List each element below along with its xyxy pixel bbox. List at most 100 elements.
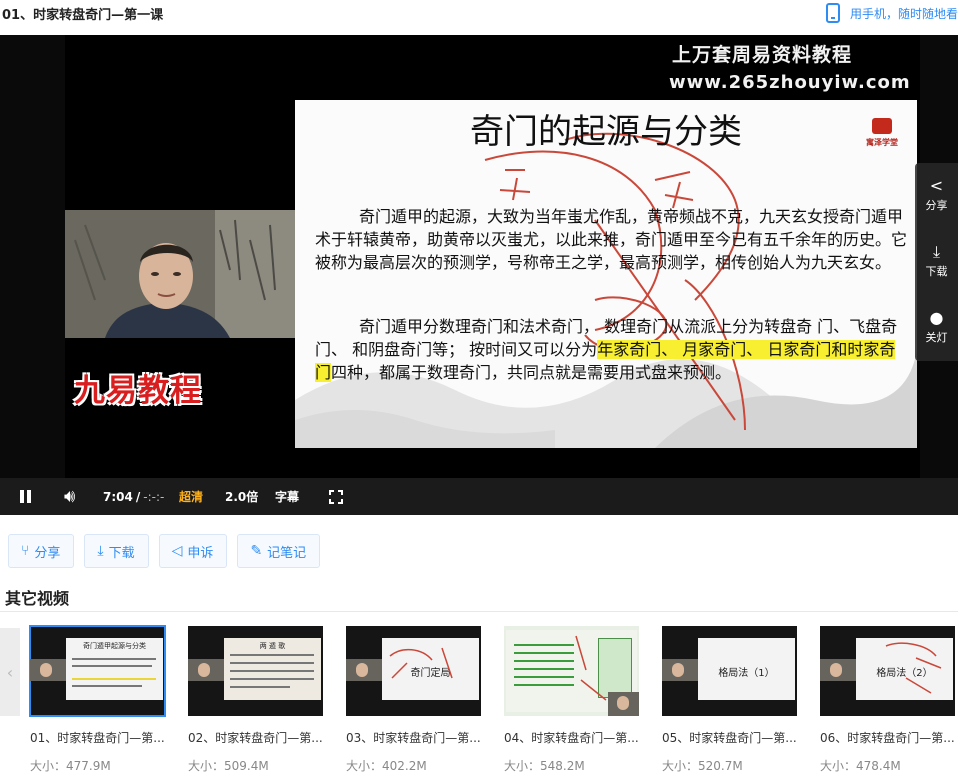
- mobile-watch-label: 用手机，随时随地看: [849, 6, 958, 21]
- thumbnail-webcam: [662, 659, 698, 681]
- video-player[interactable]: 上万套周易资料教程 www.265zhouyiw.com 奇门的起源与分类 寓泽…: [0, 35, 958, 515]
- thumbnail-slide: 两 遁 歌: [224, 638, 321, 700]
- video-card-title: 06、时家转盘奇门—第...: [820, 731, 955, 745]
- thumbnail-annotation: [885, 642, 942, 694]
- pause-button[interactable]: [20, 478, 34, 515]
- slide-paragraph-1: 奇门遁甲的起源，大致为当年蚩尤作乱，黄帝频战不克，九天玄女授奇门遁甲术于轩辕黄帝…: [315, 207, 908, 272]
- take-notes-button[interactable]: ✎ 记笔记: [237, 534, 321, 568]
- section-divider: [0, 611, 958, 612]
- download-icon: ⤓: [932, 242, 941, 261]
- video-card-size: 大小：402.2M: [346, 759, 427, 773]
- video-card-size: 大小：548.2M: [504, 759, 585, 773]
- share-label: 分享: [34, 545, 61, 561]
- side-share-label: 分享: [925, 199, 948, 212]
- side-share-button[interactable]: < 分享: [915, 163, 958, 223]
- logo-mark-icon: [872, 118, 892, 134]
- pencil-icon: ✎: [250, 543, 263, 559]
- thumbnail-slide: 奇门遁甲起源与分类: [66, 638, 163, 700]
- video-card[interactable]: 格局法（2） 06、时家转盘奇门—第... 大小：478.4M: [820, 626, 958, 775]
- video-frame[interactable]: 上万套周易资料教程 www.265zhouyiw.com 奇门的起源与分类 寓泽…: [65, 35, 920, 478]
- chevron-left-icon: ‹: [6, 662, 14, 682]
- slide-logo-text: 寓泽学堂: [866, 138, 898, 147]
- megaphone-icon: ◁: [171, 543, 183, 559]
- video-title: 01、时家转盘奇门—第一课: [2, 8, 164, 23]
- carousel-prev-button[interactable]: ‹: [0, 628, 20, 716]
- speaker-icon: 🔊︎: [64, 486, 76, 507]
- video-thumbnail[interactable]: 格局法（2）: [820, 626, 955, 716]
- video-card[interactable]: 格局法（1） 05、时家转盘奇门—第... 大小：520.7M: [662, 626, 802, 775]
- video-card-title: 01、时家转盘奇门—第...: [30, 731, 165, 745]
- video-card-title: 02、时家转盘奇门—第...: [188, 731, 323, 745]
- playback-speed-selector[interactable]: 2.0倍: [225, 478, 258, 515]
- side-download-label: 下载: [925, 265, 948, 278]
- thumbnail-webcam: [30, 659, 66, 681]
- download-button[interactable]: ⤓ 下载: [84, 534, 149, 568]
- side-lights-off-button[interactable]: ● 关灯: [915, 295, 958, 355]
- fullscreen-button[interactable]: [329, 490, 343, 504]
- take-notes-label: 记笔记: [267, 545, 307, 561]
- video-card-size: 大小：477.9M: [30, 759, 111, 773]
- time-current: 7:04: [103, 489, 133, 504]
- video-thumbnail[interactable]: 奇门遁甲起源与分类: [29, 625, 166, 717]
- side-download-button[interactable]: ⤓ 下载: [915, 229, 958, 289]
- time-display: 7:04 / -:-:-: [103, 478, 164, 515]
- video-card-title: 05、时家转盘奇门—第...: [662, 731, 797, 745]
- volume-button[interactable]: 🔊︎: [64, 478, 75, 515]
- time-total: -:-:-: [143, 489, 165, 504]
- mobile-watch-link[interactable]: 用手机，随时随地看: [825, 2, 958, 24]
- lecture-slide: 奇门的起源与分类 寓泽学堂 奇门遁甲的起源，大致为当年蚩尤作乱，黄帝频战不克，九…: [295, 100, 917, 448]
- video-card-size: 大小：520.7M: [662, 759, 743, 773]
- slide-paragraph-2-text-b: 四种，都属于数理奇门，共同点就是需要用式盘来预测。: [331, 363, 732, 382]
- thumbnail-slide-title: 两 遁 歌: [259, 642, 286, 650]
- pause-icon: [20, 490, 24, 503]
- lightbulb-icon: ●: [929, 308, 944, 327]
- presenter-webcam: [65, 210, 295, 338]
- presenter-image: [65, 210, 295, 338]
- appeal-label: 申诉: [187, 545, 214, 561]
- video-card[interactable]: 奇门遁甲起源与分类 01、时家转盘奇门—第... 大小：477.9M: [29, 625, 170, 775]
- thumbnail-slide: 格局法（2）: [856, 638, 953, 700]
- download-label: 下载: [108, 545, 135, 561]
- slide-title: 奇门的起源与分类: [470, 112, 742, 152]
- thumbnail-webcam: [188, 659, 224, 681]
- slide-paragraph-2: 奇门遁甲分数理奇门和法术奇门， 数理奇门从流派上分为转盘奇 门、飞盘奇门、 和阴…: [315, 315, 911, 384]
- thumbnail-slide-heading: 格局法（1）: [718, 668, 775, 679]
- subtitles-button[interactable]: 字幕: [275, 478, 299, 515]
- quality-selector[interactable]: 超清: [179, 478, 203, 515]
- share-icon: ⑂: [21, 543, 30, 559]
- brand-logo-text: 九易教程: [74, 373, 202, 409]
- share-icon: <: [929, 176, 944, 195]
- side-lights-label: 关灯: [925, 331, 948, 344]
- player-controls: 🔊︎ 7:04 / -:-:- 超清 2.0倍 字幕: [0, 478, 958, 515]
- thumbnail-annotation: [389, 647, 453, 679]
- time-separator: /: [135, 489, 141, 504]
- thumbnail-webcam: [346, 659, 382, 681]
- video-card-title: 03、时家转盘奇门—第...: [346, 731, 481, 745]
- video-card-size: 大小：478.4M: [820, 759, 901, 773]
- thumbnail-webcam: [820, 659, 856, 681]
- video-card[interactable]: 04、时家转盘奇门—第... 大小：548.2M: [504, 626, 644, 775]
- pause-icon-bar: [27, 490, 31, 503]
- video-card-title: 04、时家转盘奇门—第...: [504, 731, 639, 745]
- thumbnail-webcam: [608, 692, 639, 716]
- phone-icon: [825, 3, 840, 23]
- video-thumbnail[interactable]: 两 遁 歌: [188, 626, 323, 716]
- video-thumbnail[interactable]: 格局法（1）: [662, 626, 797, 716]
- download-icon: ⤓: [97, 543, 104, 559]
- side-action-panel: < 分享 ⤓ 下载 ● 关灯: [915, 163, 958, 361]
- other-videos-carousel: ‹ 奇门遁甲起源与分类 01、时家转盘奇门—第... 大小：477.9M 两 遁…: [0, 625, 958, 775]
- watermark-title: 上万套周易资料教程: [672, 44, 853, 66]
- video-card[interactable]: 两 遁 歌 02、时家转盘奇门—第... 大小：509.4M: [188, 626, 328, 775]
- video-thumbnail[interactable]: [504, 626, 639, 716]
- slide-logo: 寓泽学堂: [855, 118, 909, 154]
- thumbnail-slide: 格局法（1）: [698, 638, 795, 700]
- video-card-size: 大小：509.4M: [188, 759, 269, 773]
- watermark-url: www.265zhouyiw.com: [669, 72, 911, 93]
- thumbnail-slide: 奇门定局: [382, 638, 479, 700]
- top-bar: 01、时家转盘奇门—第一课 用手机，随时随地看: [0, 0, 958, 35]
- appeal-button[interactable]: ◁ 申诉: [158, 534, 228, 568]
- action-bar: ⑂ 分享 ⤓ 下载 ◁ 申诉 ✎ 记笔记: [8, 534, 321, 568]
- video-card[interactable]: 奇门定局 03、时家转盘奇门—第... 大小：402.2M: [346, 626, 486, 775]
- share-button[interactable]: ⑂ 分享: [8, 534, 75, 568]
- video-thumbnail[interactable]: 奇门定局: [346, 626, 481, 716]
